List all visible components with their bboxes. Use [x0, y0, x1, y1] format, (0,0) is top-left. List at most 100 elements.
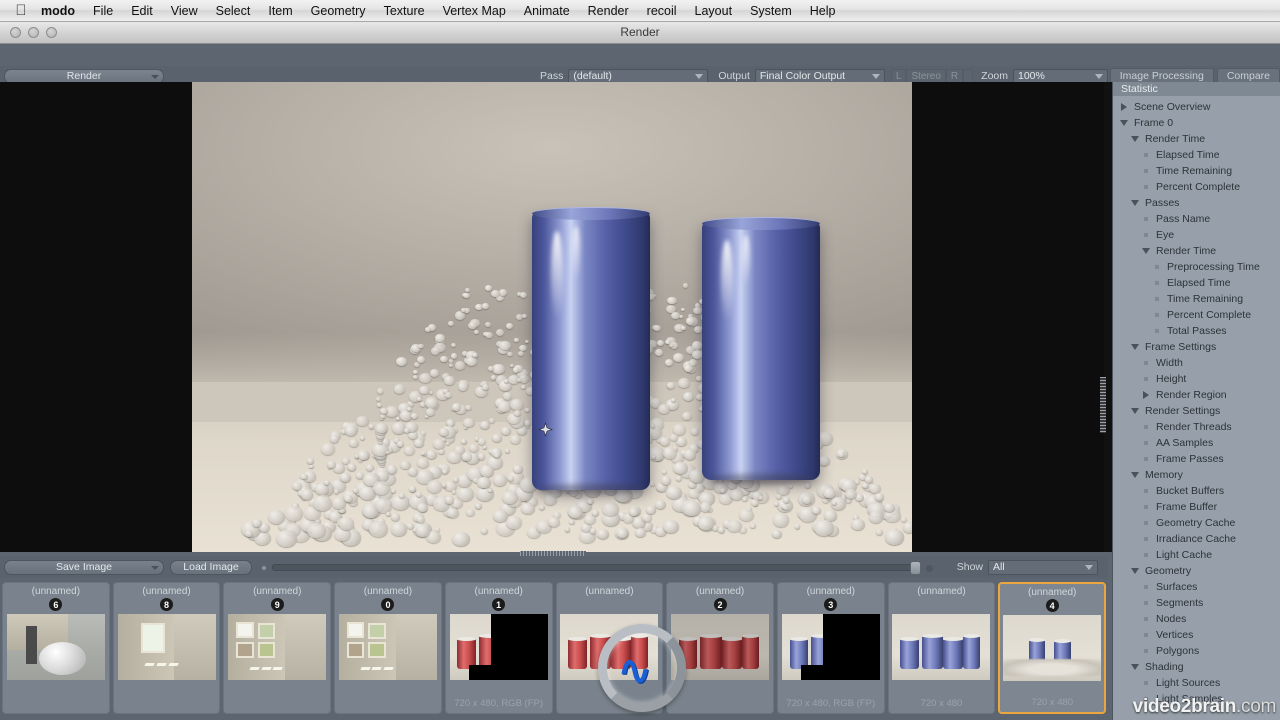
thumbnail-item[interactable]: (unnamed) 8: [112, 582, 221, 714]
gravel-stone: [851, 519, 865, 531]
stat-tree-label: Bucket Buffers: [1156, 485, 1225, 497]
slider-track[interactable]: [272, 563, 913, 571]
stat-tree-row[interactable]: Render Time: [1113, 131, 1280, 147]
stat-tree-row[interactable]: Shading: [1113, 659, 1280, 675]
thumbnail-badge: 3: [824, 598, 838, 611]
load-image-button[interactable]: Load Image: [170, 559, 252, 575]
stat-tree-row[interactable]: Vertices: [1113, 627, 1280, 643]
slider-knob[interactable]: [909, 560, 921, 575]
menu-item-edit[interactable]: Edit: [122, 2, 162, 20]
thumbnail-item[interactable]: (unnamed) 720 x 480: [887, 582, 996, 714]
stat-tree-row[interactable]: Frame Passes: [1113, 451, 1280, 467]
thumb-can-top: [963, 634, 980, 639]
stat-tree-row[interactable]: Render Settings: [1113, 403, 1280, 419]
stat-tree-row[interactable]: Frame 0: [1113, 115, 1280, 131]
gravel-stone: [424, 397, 438, 408]
gravel-stone: [750, 523, 756, 529]
menu-item-modo[interactable]: modo: [32, 2, 84, 20]
chevron-down-icon: [1130, 339, 1140, 355]
gravel-stone: [376, 402, 383, 408]
slider-dot-right: [925, 564, 933, 572]
menu-item-texture[interactable]: Texture: [375, 2, 434, 20]
stat-tree-row[interactable]: Light Sources: [1113, 675, 1280, 691]
menu-item-vertex-map[interactable]: Vertex Map: [434, 2, 515, 20]
stat-tree-row[interactable]: Width: [1113, 355, 1280, 371]
stat-tree-row[interactable]: Percent Complete: [1113, 307, 1280, 323]
zoom-value: 100%: [1018, 70, 1045, 82]
gravel-stone: [480, 528, 489, 535]
stat-tree-row[interactable]: Frame Settings: [1113, 339, 1280, 355]
stat-tree-row[interactable]: Render Region: [1113, 387, 1280, 403]
menu-item-file[interactable]: File: [84, 2, 122, 20]
stat-tree-row[interactable]: Passes: [1113, 195, 1280, 211]
save-image-button[interactable]: Save Image: [4, 559, 164, 575]
thumbnail-strip[interactable]: (unnamed) 6 (unnamed) 8 (unnamed) 9 (unnamed) 0…: [0, 578, 1108, 720]
stat-tree-row[interactable]: Render Threads: [1113, 419, 1280, 435]
menu-item-geometry[interactable]: Geometry: [302, 2, 375, 20]
stat-tree-row[interactable]: Time Remaining: [1113, 291, 1280, 307]
thumbnail-item[interactable]: (unnamed) 3 720 x 480, RGB (FP): [776, 582, 885, 714]
thumb-sphere: [39, 641, 87, 675]
stat-tree-row[interactable]: Total Passes: [1113, 323, 1280, 339]
thumbnail-item[interactable]: (unnamed) 1 720 x 480, RGB (FP): [444, 582, 553, 714]
stat-tree-row[interactable]: Polygons: [1113, 643, 1280, 659]
stat-tree-row[interactable]: AA Samples: [1113, 435, 1280, 451]
stat-tree-row[interactable]: Pass Name: [1113, 211, 1280, 227]
stat-tree-row[interactable]: Segments: [1113, 595, 1280, 611]
stat-tree-row[interactable]: Frame Buffer: [1113, 499, 1280, 515]
stat-tree-row[interactable]: Render Time: [1113, 243, 1280, 259]
gravel-stone: [649, 482, 655, 487]
thumbnail-name: (unnamed): [31, 586, 81, 597]
thumbnail-item[interactable]: (unnamed) 4 720 x 480: [998, 582, 1107, 714]
gravel-stone: [513, 409, 521, 416]
pass-label: Pass: [540, 70, 564, 82]
menu-item-system[interactable]: System: [741, 2, 801, 20]
thumbnail-size-slider[interactable]: [262, 560, 947, 575]
menu-item-help[interactable]: Help: [801, 2, 845, 20]
stat-tree-label: Geometry Cache: [1156, 517, 1236, 529]
stat-tree-row[interactable]: Memory: [1113, 467, 1280, 483]
stat-tree-row[interactable]: Bucket Buffers: [1113, 483, 1280, 499]
menu-item-select[interactable]: Select: [207, 2, 260, 20]
stat-tree-row[interactable]: Height: [1113, 371, 1280, 387]
thumbnail-item[interactable]: (unnamed) 9: [223, 582, 332, 714]
stat-tree-row[interactable]: Geometry: [1113, 563, 1280, 579]
thumbnail-item[interactable]: (unnamed) 0: [334, 582, 442, 714]
stat-tree-row[interactable]: Nodes: [1113, 611, 1280, 627]
show-dropdown[interactable]: All: [988, 559, 1098, 575]
menu-item-view[interactable]: View: [162, 2, 207, 20]
thumbnail-item[interactable]: (unnamed) 6: [2, 582, 110, 714]
rendered-image[interactable]: [192, 82, 912, 552]
menu-item-recoil[interactable]: recoil: [638, 2, 686, 20]
gravel-stone: [657, 404, 670, 414]
menu-item-item[interactable]: Item: [259, 2, 301, 20]
menu-item-render[interactable]: Render: [579, 2, 638, 20]
stat-tree-row[interactable]: Time Remaining: [1113, 163, 1280, 179]
stat-tree-row[interactable]: Percent Complete: [1113, 179, 1280, 195]
render-viewport[interactable]: [0, 82, 1108, 552]
stat-tree-row[interactable]: Geometry Cache: [1113, 515, 1280, 531]
gravel-stone: [478, 438, 487, 445]
stat-tree-row[interactable]: Elapsed Time: [1113, 147, 1280, 163]
gravel-stone: [390, 513, 401, 521]
chevron-down-icon: [871, 73, 880, 79]
thumb-alpha-mask: [469, 665, 491, 680]
stat-tree-row[interactable]: Elapsed Time: [1113, 275, 1280, 291]
stat-tree-row[interactable]: Eye: [1113, 227, 1280, 243]
stat-tree-row[interactable]: Preprocessing Time: [1113, 259, 1280, 275]
gravel-stone: [492, 433, 503, 443]
menu-item-layout[interactable]: Layout: [686, 2, 742, 20]
gravel-stone: [482, 303, 489, 309]
gravel-stone: [693, 307, 703, 315]
viewport-resize-grip-vertical[interactable]: [1100, 377, 1106, 433]
gravel-stone: [416, 502, 429, 513]
stat-tree-row[interactable]: Scene Overview: [1113, 99, 1280, 115]
statistics-tree[interactable]: Scene Overview Frame 0 Render Time Elapsed …: [1113, 96, 1280, 707]
menu-item-animate[interactable]: Animate: [515, 2, 579, 20]
gravel-stone: [656, 340, 665, 347]
stat-tree-row[interactable]: Light Cache: [1113, 547, 1280, 563]
stat-tree-row[interactable]: Surfaces: [1113, 579, 1280, 595]
stat-tree-row[interactable]: Irradiance Cache: [1113, 531, 1280, 547]
apple-logo-icon[interactable]: : [10, 0, 32, 22]
thumb-scene: [449, 614, 548, 680]
